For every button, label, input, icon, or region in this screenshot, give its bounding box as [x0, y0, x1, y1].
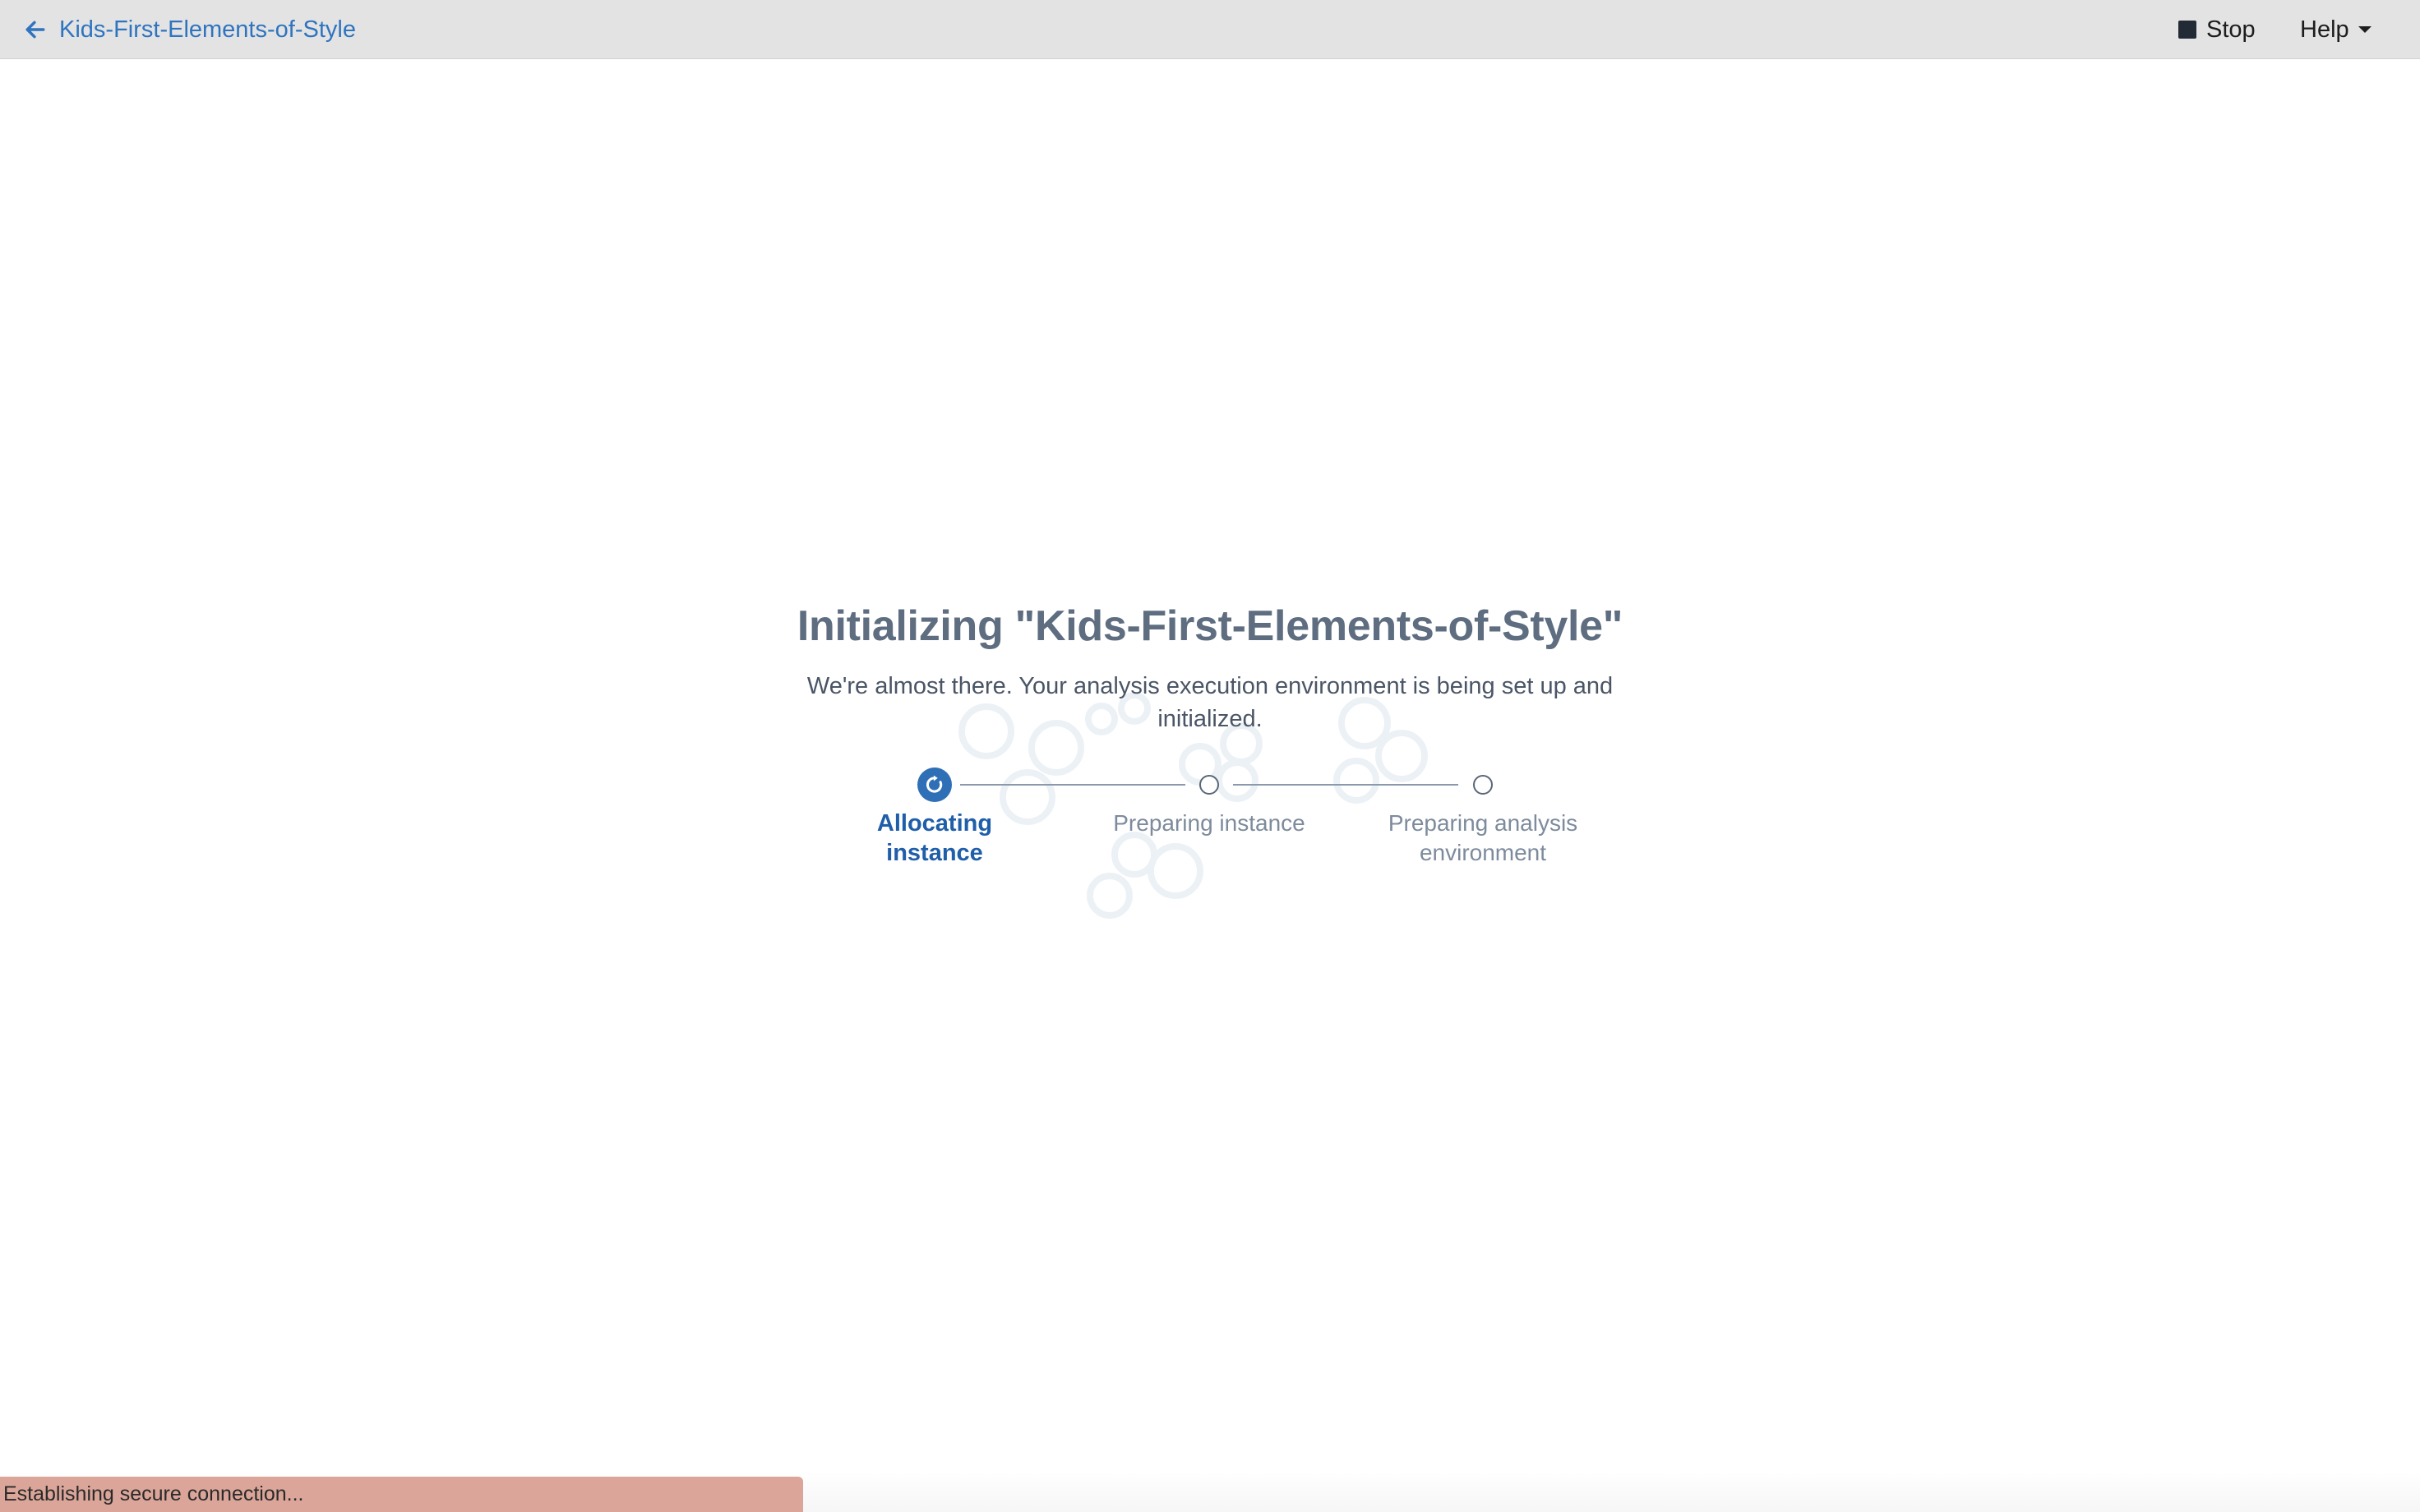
step-label: Preparing analysis environment — [1388, 810, 1578, 865]
connection-status-text: Establishing secure connection... — [3, 1482, 304, 1505]
stop-button[interactable]: Stop — [2178, 0, 2256, 59]
page-subtitle: We're almost there. Your analysis execut… — [806, 673, 1614, 732]
connection-status-bar: Establishing secure connection... — [0, 1477, 803, 1512]
arrow-left-icon — [25, 21, 45, 39]
stop-button-label: Stop — [2206, 16, 2256, 43]
step-indicator-active — [917, 768, 952, 802]
step-connector — [1233, 784, 1458, 786]
back-link[interactable]: Kids-First-Elements-of-Style — [25, 0, 356, 59]
stop-square-icon — [2178, 21, 2196, 39]
caret-down-icon — [2358, 26, 2372, 33]
top-bar: Kids-First-Elements-of-Style Stop Help — [0, 0, 2420, 59]
refresh-icon — [926, 775, 943, 793]
help-button-label: Help — [2300, 16, 2349, 43]
help-menu-button[interactable]: Help — [2300, 0, 2372, 59]
step-indicator-pending — [1473, 775, 1493, 795]
step-label: Preparing instance — [1113, 810, 1305, 836]
back-link-label: Kids-First-Elements-of-Style — [59, 16, 356, 43]
step-indicator-pending — [1199, 775, 1219, 795]
step-label: Allocating instance — [876, 810, 993, 866]
step-connector — [960, 784, 1185, 786]
page-title: Initializing "Kids-First-Elements-of-Sty… — [797, 602, 1623, 650]
